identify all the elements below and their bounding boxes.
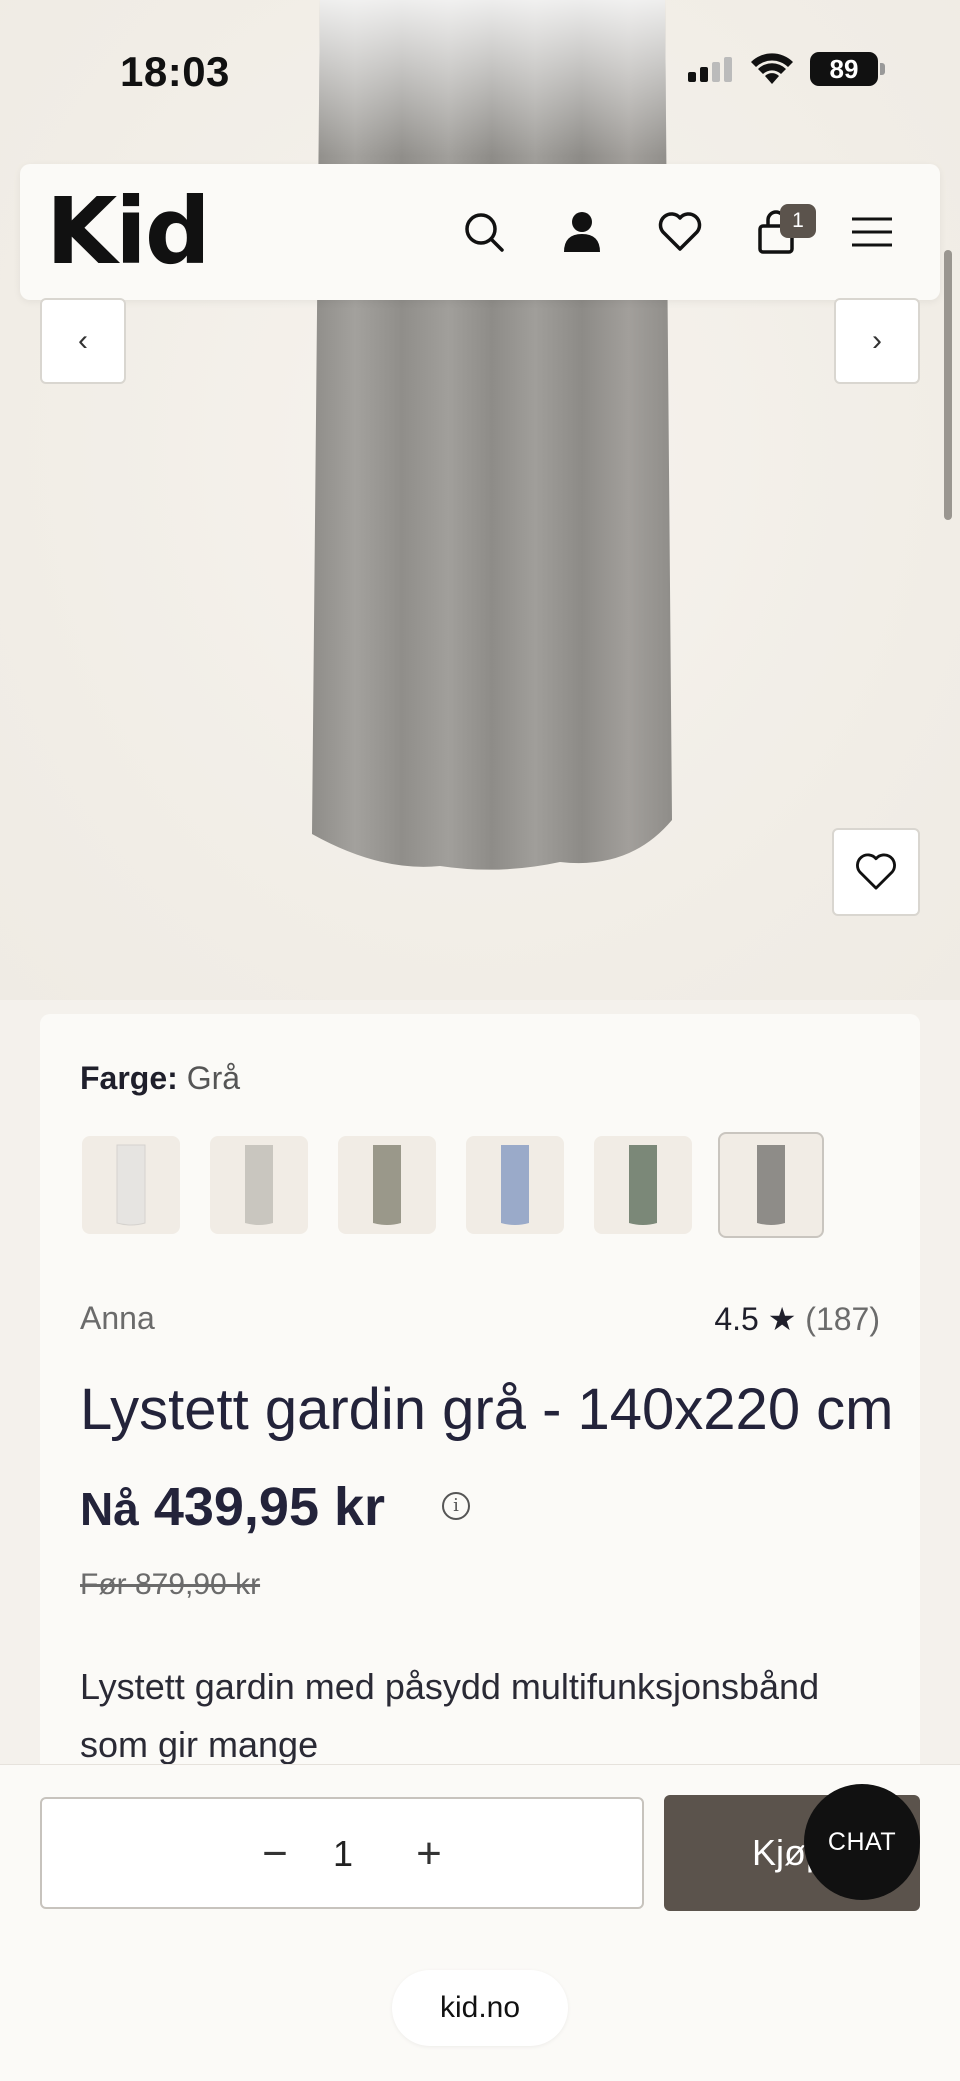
chevron-left-icon: ‹ [78,324,88,357]
cellular-signal-icon [688,57,732,82]
heart-icon[interactable] [652,204,708,260]
quantity-value: 1 [332,1833,354,1874]
site-header: Kid 1 [20,164,940,300]
swatch-blue[interactable] [466,1136,564,1234]
old-price: Før 879,90 kr [80,1568,261,1601]
brand-name[interactable]: Anna [80,1300,155,1337]
color-value: Grå [186,1060,241,1096]
product-title: Lystett gardin grå - 140x220 cm [80,1377,894,1442]
price-prefix: Nå [80,1483,139,1535]
cart-count-badge: 1 [780,204,816,238]
product-rating[interactable]: 4.5 ★ (187) [714,1300,880,1338]
menu-icon[interactable] [844,204,900,260]
gallery-next-button[interactable]: › [834,298,920,384]
kid-logo[interactable]: Kid [46,184,211,280]
status-time: 18:03 [120,48,230,95]
swatch-green[interactable] [594,1136,692,1234]
quantity-increase-button[interactable]: + [404,1829,454,1879]
rating-count: (187) [805,1301,880,1337]
color-swatches [80,1132,840,1246]
search-icon[interactable] [456,204,512,260]
heart-icon [856,853,896,890]
wifi-icon [751,53,793,84]
color-label: Farge: [80,1060,178,1096]
product-image [0,0,960,1000]
rating-value: 4.5 [714,1301,759,1337]
swatch-grey-selected[interactable] [718,1132,824,1238]
gallery-prev-button[interactable]: ‹ [40,298,126,384]
browser-url-bar[interactable]: kid.no [392,1970,568,2046]
current-price: Nå 439,95 kr [80,1476,385,1538]
battery-indicator: 89 [810,52,878,86]
quantity-decrease-button[interactable]: − [250,1829,300,1879]
battery-cap [880,63,885,75]
chevron-right-icon: › [872,324,882,357]
info-icon[interactable]: i [442,1492,470,1520]
price-value: 439,95 kr [153,1477,386,1537]
swatch-white[interactable] [82,1136,180,1234]
quantity-stepper: − 1 + [40,1797,644,1909]
color-selection-label: Farge: Grå [80,1060,240,1097]
swatch-light-grey[interactable] [210,1136,308,1234]
star-icon: ★ [767,1301,797,1337]
swatch-olive[interactable] [338,1136,436,1234]
account-icon[interactable] [554,204,610,260]
status-bar: 18:03 89 [0,0,960,150]
chat-button[interactable]: CHAT [804,1784,920,1900]
favorite-button[interactable] [832,828,920,916]
scrollbar[interactable] [944,250,952,520]
product-description: Lystett gardin med påsydd multifunksjons… [80,1666,820,1765]
